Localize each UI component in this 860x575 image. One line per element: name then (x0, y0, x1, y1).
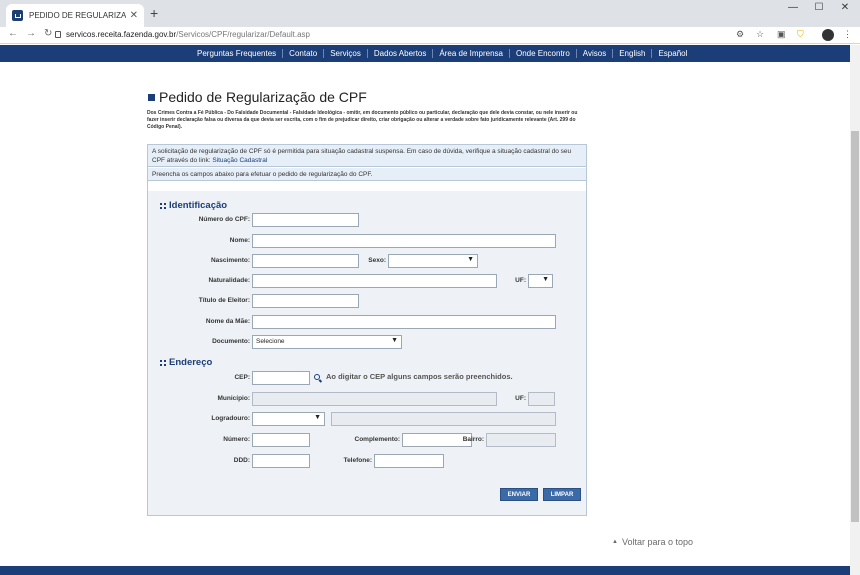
extension-shield-icon[interactable]: ⛉ (797, 29, 804, 40)
cast-icon[interactable]: ▣ (777, 29, 786, 40)
logradouro-label: Logradouro: (211, 415, 250, 422)
nav-area-imprensa[interactable]: Área de Imprensa (433, 49, 510, 58)
form-fields-area: Identificação Número do CPF: Nome: Nasci… (148, 191, 586, 515)
sexo-label: Sexo: (368, 257, 386, 264)
ddd-input[interactable] (252, 454, 310, 468)
page-title: Pedido de Regularização de CPF (148, 89, 367, 105)
nome-input[interactable] (252, 234, 556, 248)
documento-select[interactable]: Selecione ▼ (252, 335, 402, 349)
ddd-label: DDD: (233, 457, 250, 464)
documento-selected-value: Selecione (256, 338, 285, 345)
endereco-uf-input[interactable] (528, 392, 555, 406)
url-path: /Servicos/CPF/regularizar/Default.asp (176, 30, 310, 39)
bairro-label: Bairro: (462, 436, 484, 443)
receita-favicon-icon (12, 10, 23, 21)
cep-hint-text: Ao digitar o CEP alguns campos serão pre… (326, 372, 513, 381)
info-box: A solicitação de regularização de CPF só… (148, 145, 586, 167)
page-title-text: Pedido de Regularização de CPF (159, 89, 367, 105)
nav-perguntas-frequentes[interactable]: Perguntas Frequentes (191, 49, 284, 58)
section-endereco-heading: Endereço (169, 357, 213, 368)
cep-hint: Ao digitar o CEP alguns campos serão pre… (314, 372, 513, 381)
sexo-select[interactable]: ▼ (388, 254, 478, 268)
endereco-uf-label: UF: (515, 395, 526, 402)
footer-bar (0, 566, 850, 575)
nav-contato[interactable]: Contato (283, 49, 325, 58)
enviar-button[interactable]: ENVIAR (500, 488, 538, 501)
logradouro-tipo-select[interactable]: ▼ (252, 412, 325, 426)
section-grid-icon (160, 359, 166, 366)
nav-dados-abertos[interactable]: Dados Abertos (368, 49, 434, 58)
new-tab-icon[interactable]: + (150, 5, 158, 21)
telefone-label: Telefone: (343, 457, 372, 464)
naturalidade-input[interactable] (252, 274, 497, 288)
numero-label: Número: (223, 436, 250, 443)
nav-avisos[interactable]: Avisos (577, 49, 614, 58)
logradouro-input[interactable] (331, 412, 556, 426)
nascimento-label: Nascimento: (210, 257, 250, 264)
reload-icon[interactable]: ↻ (44, 28, 52, 39)
nome-mae-label: Nome da Mãe: (205, 318, 250, 325)
close-tab-icon[interactable]: ✕ (130, 10, 138, 21)
titulo-eleitor-label: Título de Eleitor: (198, 297, 250, 304)
section-endereco: Endereço (160, 357, 212, 368)
url-domain: servicos.receita.fazenda.gov.br (66, 30, 177, 39)
browser-tabstrip: PEDIDO DE REGULARIZAÇÃO DE ✕ + — ☐ ✕ (0, 0, 860, 27)
titulo-eleitor-input[interactable] (252, 294, 359, 308)
forward-icon[interactable]: → (26, 28, 36, 39)
nome-label: Nome: (229, 237, 250, 244)
search-icon[interactable] (314, 373, 320, 380)
section-grid-icon (160, 202, 166, 209)
situacao-cadastral-link[interactable]: Situação Cadastral (212, 157, 267, 164)
instructions: Preencha os campos abaixo para efetuar o… (148, 168, 586, 181)
bairro-input[interactable] (486, 433, 556, 447)
naturalidade-label: Naturalidade: (208, 277, 250, 284)
chevron-down-icon: ▼ (314, 414, 321, 421)
cep-label: CEP: (234, 374, 250, 381)
maximize-icon[interactable]: ☐ (806, 2, 832, 13)
url-field[interactable]: servicos.receita.fazenda.gov.br/Servicos… (66, 30, 310, 39)
scrollbar-thumb[interactable] (851, 131, 859, 522)
voltar-topo-link[interactable]: ▲ Voltar para o topo (612, 537, 693, 547)
limpar-button[interactable]: LIMPAR (543, 488, 581, 501)
menu-dots-icon[interactable]: ⋮ (843, 29, 852, 40)
chevron-down-icon: ▼ (467, 256, 474, 263)
profile-avatar[interactable] (822, 29, 834, 41)
nav-espanol[interactable]: Español (652, 49, 693, 58)
numero-input[interactable] (252, 433, 310, 447)
cpf-input[interactable] (252, 213, 359, 227)
title-bullet-icon (148, 93, 155, 101)
close-window-icon[interactable]: ✕ (832, 2, 858, 13)
municipio-input[interactable] (252, 392, 497, 406)
naturalidade-uf-select[interactable]: ▼ (528, 274, 553, 288)
naturalidade-uf-label: UF: (515, 277, 526, 284)
section-identificacao: Identificação (160, 200, 227, 211)
site-top-nav: Perguntas Frequentes Contato Serviços Da… (0, 45, 850, 62)
telefone-input[interactable] (374, 454, 444, 468)
star-icon[interactable]: ☆ (756, 29, 764, 40)
browser-tab[interactable]: PEDIDO DE REGULARIZAÇÃO DE ✕ (6, 4, 144, 27)
nav-servicos[interactable]: Serviços (324, 49, 368, 58)
nav-onde-encontro[interactable]: Onde Encontro (510, 49, 577, 58)
complemento-label: Complemento: (354, 436, 401, 443)
nome-mae-input[interactable] (252, 315, 556, 329)
address-bar-row: ← → ↻ servicos.receita.fazenda.gov.br/Se… (0, 27, 860, 44)
chevron-down-icon: ▼ (542, 276, 549, 283)
voltar-topo-text: Voltar para o topo (621, 537, 694, 547)
arrow-up-icon: ▲ (612, 539, 618, 545)
nascimento-input[interactable] (252, 254, 359, 268)
documento-label: Documento: (212, 338, 250, 345)
cep-input[interactable] (252, 371, 310, 385)
section-identificacao-heading: Identificação (169, 200, 228, 211)
municipio-label: Município: (217, 395, 251, 402)
legal-notice: Dos Crimes Contra a Fé Pública - Do Fals… (147, 110, 578, 130)
minimize-icon[interactable]: — (780, 2, 806, 13)
nav-english[interactable]: English (613, 49, 653, 58)
settings-icon[interactable]: ⚙ (736, 29, 744, 40)
lock-icon[interactable] (55, 31, 61, 38)
regularizacao-form: A solicitação de regularização de CPF só… (147, 144, 587, 516)
cpf-label: Número do CPF: (198, 216, 250, 223)
back-icon[interactable]: ← (8, 28, 18, 39)
tab-title: PEDIDO DE REGULARIZAÇÃO DE (29, 11, 126, 20)
chevron-down-icon: ▼ (391, 337, 398, 344)
